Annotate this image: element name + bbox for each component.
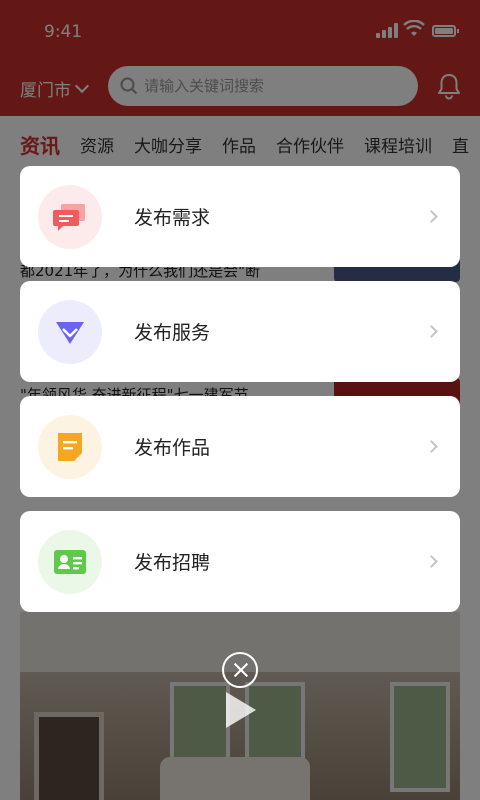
close-icon[interactable] <box>222 652 258 688</box>
card-label: 发布作品 <box>134 437 211 459</box>
id-card-icon <box>38 529 102 594</box>
chevron-right-icon <box>425 325 438 338</box>
card-label: 发布招聘 <box>134 552 211 574</box>
publish-works-button[interactable]: 发布作品 <box>20 396 460 497</box>
chevron-right-icon <box>425 555 438 568</box>
publish-demand-button[interactable]: 发布需求 <box>20 166 460 267</box>
card-label: 发布服务 <box>134 322 211 344</box>
publish-service-button[interactable]: 发布服务 <box>20 281 460 382</box>
chevron-right-icon <box>425 440 438 453</box>
card-label: 发布需求 <box>134 207 211 229</box>
document-icon <box>38 414 102 479</box>
message-icon <box>38 184 102 249</box>
play-icon <box>226 692 256 728</box>
chevron-right-icon <box>425 210 438 223</box>
diamond-icon <box>38 299 102 364</box>
publish-recruitment-button[interactable]: 发布招聘 <box>20 511 460 612</box>
